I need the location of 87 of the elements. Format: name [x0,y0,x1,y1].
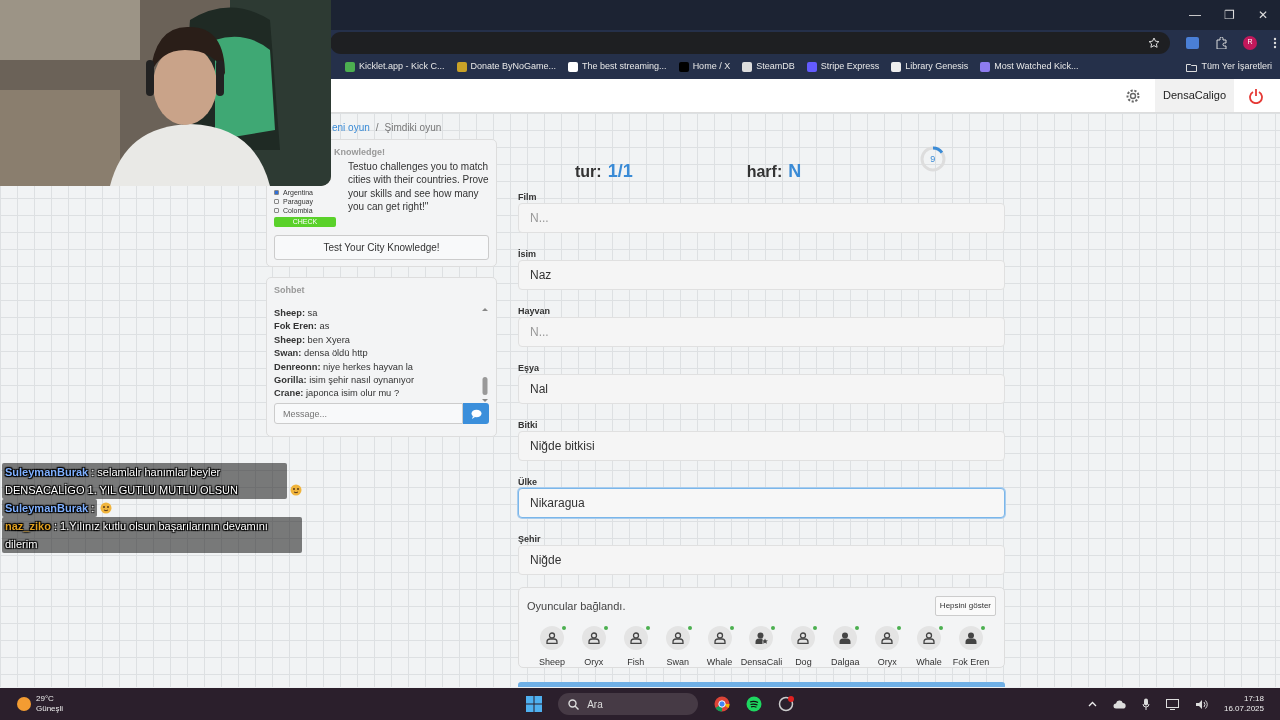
field-label: Eşya [518,362,541,374]
chat-message: Fok Eren: as [274,320,331,334]
round-label: tur: [575,162,602,182]
clock-time: 17:18 [1242,694,1264,704]
bookmark[interactable]: Kicklet.app - Kick C... [345,60,445,74]
chat-title: Sohbet [274,283,306,297]
ad-title: Knowledge! [333,146,386,159]
text-field[interactable]: N... [518,317,1005,347]
cloud-icon[interactable] [1112,699,1126,709]
text-field[interactable]: Nal [518,374,1005,404]
message-field[interactable]: Message... [274,403,463,424]
chat-message: Gorilla: isim şehir nasıl oynanıyor [274,374,415,388]
letter-label: harf: [746,162,783,182]
text-field[interactable]: Nikaragua [518,488,1005,518]
app-icon[interactable] [778,696,795,712]
puzzle-icon[interactable] [1215,36,1227,49]
breadcrumb-current: Şimdiki oyun [384,121,442,135]
music-app-icon[interactable] [746,696,763,712]
clock-date: 16.07.2025 [1223,704,1264,714]
chat-message: Crane: japonca isim olur mu ? [274,387,401,401]
star-icon[interactable] [1148,36,1160,49]
player-name: Oryx [877,656,897,669]
player-name: Whale [916,656,942,669]
bookmark[interactable]: SteamDB [742,60,795,74]
timer-ring [919,145,948,173]
bookmark[interactable]: Stripe Express [806,60,880,74]
folder-icon [1186,62,1198,72]
ad-button[interactable]: Test Your City Knowledge! [274,234,489,260]
chat-icon [470,408,482,419]
letter-value: N [788,160,802,183]
field-label: İsim [518,248,537,260]
bookmark[interactable]: The best streaming... [568,60,667,74]
round-value: 1/1 [607,160,633,183]
close-button[interactable]: ✕ [1246,5,1280,25]
player-name: Dog [795,656,812,669]
settings-icon[interactable] [1125,87,1141,104]
network-icon[interactable] [1165,698,1179,710]
chat-message: Denreonn: niye herkes hayvan la [274,360,414,374]
windows-icon[interactable] [526,696,543,712]
player-name: Swan [666,656,689,669]
maximize-button[interactable]: ❐ [1212,5,1246,25]
field-label: Film [518,191,538,203]
menu-icon[interactable] [1273,36,1277,49]
chevron-up-icon[interactable] [1087,701,1097,707]
text-field[interactable]: N... [518,203,1005,233]
search-field[interactable]: Ara [558,693,699,715]
text-field[interactable]: Niğde bitkisi [518,431,1005,461]
chat-message: Sheep: sa [274,307,319,320]
temperature: 29°C [36,694,55,704]
ad-description: Testuo challenges you to match cities with their countries. Prove your skills and see how many you can get right!" [348,159,489,214]
timer-value: 9 [930,153,936,166]
players-status: Oyuncular bağlandı. [527,598,626,614]
bookmark[interactable]: Library Genesis [891,60,969,74]
player-name: Fish [627,656,645,669]
player-name: Sheep [538,656,565,669]
field-label: Ülke [518,476,538,488]
text-field[interactable]: Niğde [518,545,1005,575]
bookmark[interactable]: Most Watched Kick... [980,60,1079,74]
username[interactable]: DensaCaligo [1155,79,1234,112]
all-bookmarks-button[interactable]: Tüm Yer İşaretleri [1186,60,1272,74]
chat-message: Swan: densa öldü http [274,347,369,361]
breadcrumb-separator: / [375,121,379,135]
player-name: Oryx [584,656,604,669]
player-name: DensaCali [740,656,783,669]
volume-icon[interactable] [1194,698,1208,710]
player-name: Whale [706,656,733,669]
chat-message: Sheep: ben Xyera [274,333,351,347]
power-icon[interactable] [1248,87,1264,104]
minimize-button[interactable]: — [1178,5,1212,25]
stream-chat-message: SuleymanBurak : [2,499,98,517]
weather-label: Güneşli [36,704,64,714]
field-label: Bitki [518,419,539,431]
browser-icon[interactable] [714,696,731,712]
field-label: Hayvan [518,305,552,317]
bookmark[interactable]: Donate ByNoGame... [456,60,557,74]
player-name: Dalgaa [831,656,860,669]
send-button[interactable] [463,403,489,424]
text-field[interactable]: Naz [518,260,1005,290]
show-all-button[interactable]: Hepsini göster [934,596,996,616]
microphone-icon[interactable] [1141,698,1150,710]
stream-chat-message: naz_ziko : 1.Yılınız kutlu olsun başarılarının devamını dilerim [2,517,302,553]
weather-icon [16,696,32,712]
player-name: Fok Eren [952,656,990,669]
search-icon [568,698,580,710]
bookmark[interactable]: Home / X [678,60,731,74]
field-label: Şehir [518,533,542,545]
stream-chat-message: SuleymanBurak : selamlalr hanımlar beyler DENSACALİGO 1. YIL GUTLU MUTLU OLSUN [2,463,287,499]
